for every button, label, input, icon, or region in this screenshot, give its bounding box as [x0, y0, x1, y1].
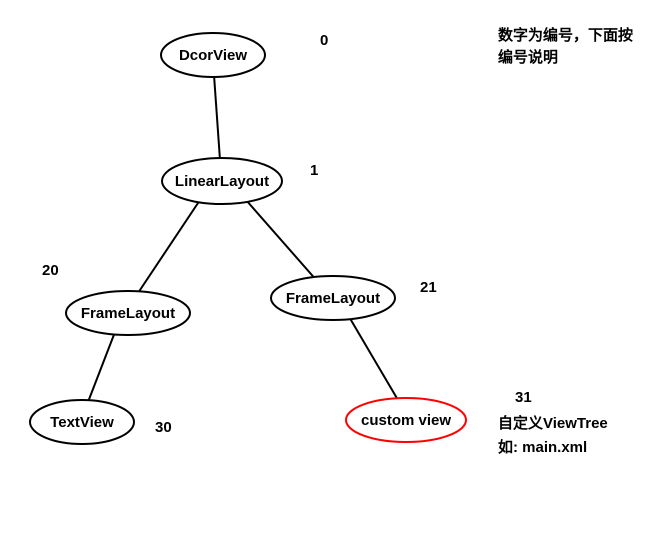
- node-framelayout-right-label: FrameLayout: [286, 290, 380, 307]
- note-custom: 自定义ViewTree 如: main.xml: [498, 414, 608, 456]
- node-textview-num: 30: [155, 419, 172, 436]
- node-framelayout-left-num: 20: [42, 262, 59, 279]
- node-textview-label: TextView: [50, 414, 114, 431]
- note-custom-line1: 自定义ViewTree: [498, 414, 608, 432]
- node-framelayout-left: FrameLayout 20: [42, 262, 190, 335]
- edge-0-1: [214, 75, 220, 160]
- node-linearlayout-num: 1: [310, 162, 318, 179]
- note-top-line2: 编号说明: [498, 48, 558, 66]
- node-linearlayout: LinearLayout 1: [162, 158, 318, 204]
- node-framelayout-right: FrameLayout 21: [271, 276, 437, 320]
- node-dcorview-num: 0: [320, 32, 328, 49]
- node-custom-view-num: 31: [515, 389, 532, 406]
- node-framelayout-left-label: FrameLayout: [81, 305, 175, 322]
- edge-21-31: [348, 315, 398, 400]
- note-top-line1: 数字为编号，下面按: [498, 26, 633, 44]
- edge-1-20: [138, 200, 200, 293]
- node-dcorview-label: DcorView: [179, 47, 247, 64]
- node-linearlayout-label: LinearLayout: [175, 173, 269, 190]
- view-tree-diagram: DcorView 0 LinearLayout 1 FrameLayout 20…: [0, 0, 660, 536]
- note-top: 数字为编号，下面按 编号说明: [498, 26, 633, 66]
- node-custom-view-label: custom view: [361, 412, 451, 429]
- edge-1-21: [246, 200, 318, 282]
- edge-20-30: [88, 332, 115, 402]
- node-dcorview: DcorView 0: [161, 32, 328, 77]
- node-textview: TextView 30: [30, 400, 172, 444]
- node-framelayout-right-num: 21: [420, 279, 437, 296]
- tree-edges: [88, 75, 398, 402]
- note-custom-line2: 如: main.xml: [498, 438, 587, 456]
